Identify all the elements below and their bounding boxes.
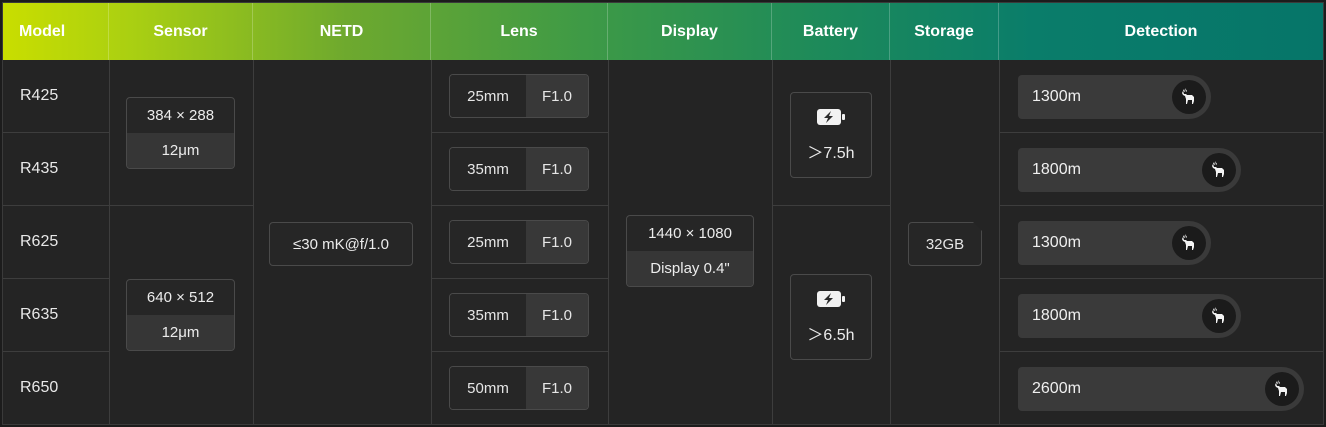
- lens-focal: 35mm: [450, 148, 526, 190]
- battery-life: ＞7.5h: [807, 144, 855, 162]
- model-r650: R650: [20, 379, 59, 396]
- header-model: Model: [3, 3, 109, 60]
- lens-aperture: F1.0: [526, 148, 588, 190]
- row-divider: [3, 205, 109, 206]
- lens-focal: 35mm: [450, 294, 526, 336]
- row-divider: [431, 132, 608, 133]
- detection-range: 2600m: [1032, 380, 1081, 397]
- row-divider: [999, 132, 1323, 133]
- netd-value: ≤30 mK@f/1.0: [293, 235, 389, 253]
- battery-charging-icon: [816, 290, 846, 313]
- column-divider: [608, 60, 609, 424]
- lens-spec: 25mm F1.0: [449, 220, 589, 264]
- header-netd: NETD: [253, 3, 431, 60]
- storage-spec: 32GB: [908, 222, 982, 266]
- model-r435: R435: [20, 160, 59, 177]
- model-r635: R635: [20, 306, 59, 323]
- detection-pill: 2600m: [1018, 367, 1304, 411]
- deer-icon: [1202, 299, 1236, 333]
- lens-spec: 50mm F1.0: [449, 366, 589, 410]
- lens-focal: 25mm: [450, 221, 526, 263]
- detection-pill: 1800m: [1018, 148, 1241, 192]
- detection-pill: 1300m: [1018, 221, 1211, 265]
- header-detection: Detection: [1124, 22, 1198, 40]
- column-divider: [772, 60, 773, 424]
- model-r625: R625: [20, 233, 59, 250]
- deer-icon: [1202, 153, 1236, 187]
- detection-range: 1300m: [1032, 88, 1081, 105]
- detection-range: 1300m: [1032, 234, 1081, 251]
- display-resolution: 1440 × 1080: [648, 225, 732, 242]
- header-display: Display: [608, 3, 772, 60]
- sensor-spec-384: 384 × 288 12μm: [126, 97, 235, 169]
- sensor-spec-640: 640 × 512 12μm: [126, 279, 235, 351]
- row-divider: [772, 205, 890, 206]
- table-header: Model Sensor NETD Lens Display Battery S…: [3, 3, 1323, 60]
- column-divider: [999, 60, 1000, 424]
- display-size: Display 0.4": [627, 251, 753, 286]
- lens-spec: 35mm F1.0: [449, 147, 589, 191]
- sensor-resolution: 640 × 512: [146, 289, 215, 306]
- spec-table-wrapper: Model Sensor NETD Lens Display Battery S…: [0, 0, 1326, 427]
- row-divider: [999, 278, 1323, 279]
- lens-focal: 25mm: [450, 75, 526, 117]
- detection-pill: 1300m: [1018, 75, 1211, 119]
- row-divider: [999, 351, 1323, 352]
- sensor-pitch: 12μm: [127, 315, 234, 350]
- lens-spec: 25mm F1.0: [449, 74, 589, 118]
- lens-focal: 50mm: [450, 367, 526, 409]
- row-divider: [109, 205, 253, 206]
- model-r425: R425: [20, 87, 59, 104]
- header-storage: Storage: [890, 3, 999, 60]
- battery-life: ＞6.5h: [807, 326, 855, 344]
- detection-pill: 1800m: [1018, 294, 1241, 338]
- row-divider: [431, 351, 608, 352]
- deer-icon: [1172, 80, 1206, 114]
- lens-spec: 35mm F1.0: [449, 293, 589, 337]
- display-spec: 1440 × 1080 Display 0.4": [626, 215, 754, 287]
- sensor-pitch: 12μm: [127, 133, 234, 168]
- row-divider: [431, 205, 608, 206]
- netd-spec: ≤30 mK@f/1.0: [269, 222, 413, 266]
- header-sensor: Sensor: [109, 3, 253, 60]
- battery-charging-icon: [816, 108, 846, 131]
- row-divider: [3, 132, 109, 133]
- row-divider: [3, 351, 109, 352]
- battery-spec: ＞6.5h: [790, 274, 872, 360]
- spec-table: Model Sensor NETD Lens Display Battery S…: [2, 2, 1324, 425]
- column-divider: [431, 60, 432, 424]
- lens-aperture: F1.0: [526, 221, 588, 263]
- row-divider: [431, 278, 608, 279]
- column-divider: [890, 60, 891, 424]
- lens-aperture: F1.0: [526, 294, 588, 336]
- deer-icon: [1265, 372, 1299, 406]
- column-divider: [109, 60, 110, 424]
- detection-range: 1800m: [1032, 307, 1081, 324]
- sensor-resolution: 384 × 288: [146, 107, 215, 124]
- deer-icon: [1172, 226, 1206, 260]
- lens-aperture: F1.0: [526, 367, 588, 409]
- battery-spec: ＞7.5h: [790, 92, 872, 178]
- column-divider: [253, 60, 254, 424]
- row-divider: [3, 278, 109, 279]
- header-battery: Battery: [772, 3, 890, 60]
- header-lens: Lens: [431, 3, 608, 60]
- row-divider: [999, 205, 1323, 206]
- detection-range: 1800m: [1032, 161, 1081, 178]
- table-body: R425 R435 R625 R635 R650 384 × 288 12μm …: [3, 60, 1323, 424]
- lens-aperture: F1.0: [526, 75, 588, 117]
